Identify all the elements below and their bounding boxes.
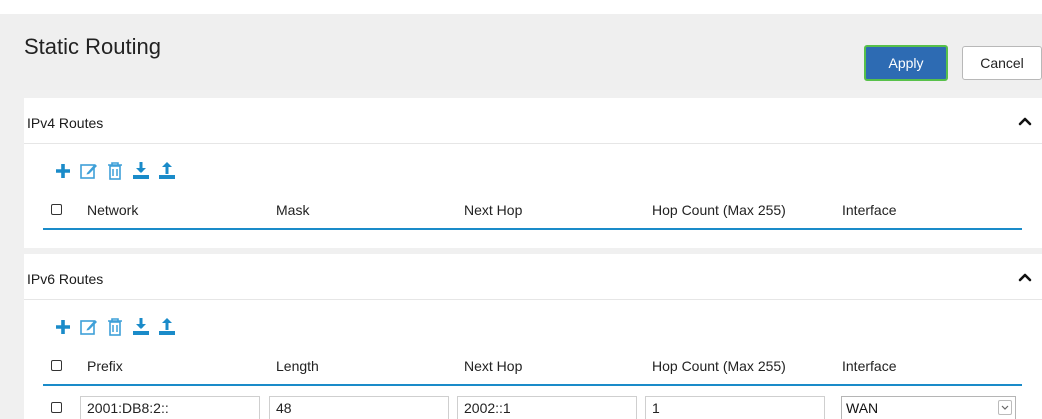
ipv4-table-rule bbox=[43, 228, 1022, 230]
upload-icon[interactable] bbox=[156, 316, 178, 338]
ipv6-panel-header[interactable]: IPv6 Routes bbox=[24, 254, 1042, 300]
ipv6-col-interface: Interface bbox=[842, 358, 897, 374]
hop-count-input[interactable]: 1 bbox=[645, 396, 825, 419]
page-title: Static Routing bbox=[24, 34, 161, 59]
ipv4-col-mask: Mask bbox=[276, 202, 310, 218]
ipv4-col-next-hop: Next Hop bbox=[464, 202, 523, 218]
chevron-down-icon[interactable] bbox=[998, 400, 1012, 415]
ipv6-toolbar bbox=[52, 316, 182, 338]
ipv4-toolbar bbox=[52, 160, 182, 182]
add-icon[interactable] bbox=[52, 160, 74, 182]
ipv4-select-all-checkbox[interactable] bbox=[51, 204, 62, 215]
edit-icon[interactable] bbox=[78, 160, 100, 182]
prefix-input[interactable]: 2001:DB8:2:: bbox=[80, 396, 260, 419]
ipv6-col-next-hop: Next Hop bbox=[464, 358, 523, 374]
ipv4-col-interface: Interface bbox=[842, 202, 897, 218]
interface-select[interactable]: WAN bbox=[841, 396, 1016, 419]
ipv6-select-all-checkbox[interactable] bbox=[51, 360, 62, 371]
ipv4-routes-panel: IPv4 Routes Network Mask Next Hop Hop Co… bbox=[24, 98, 1042, 248]
ipv6-panel-title: IPv6 Routes bbox=[27, 271, 104, 287]
chevron-up-icon[interactable] bbox=[1018, 270, 1032, 284]
ipv6-col-prefix: Prefix bbox=[87, 358, 123, 374]
cancel-button[interactable]: Cancel bbox=[962, 46, 1042, 80]
download-icon[interactable] bbox=[130, 316, 152, 338]
upload-icon[interactable] bbox=[156, 160, 178, 182]
ipv6-col-length: Length bbox=[276, 358, 319, 374]
ipv6-col-hop-count: Hop Count (Max 255) bbox=[652, 358, 786, 374]
edit-icon[interactable] bbox=[78, 316, 100, 338]
chevron-up-icon[interactable] bbox=[1018, 114, 1032, 128]
ipv4-panel-title: IPv4 Routes bbox=[27, 115, 104, 131]
delete-icon[interactable] bbox=[104, 160, 126, 182]
page-header: Static Routing Apply Cancel bbox=[0, 14, 1042, 90]
delete-icon[interactable] bbox=[104, 316, 126, 338]
ipv6-table-rule bbox=[43, 384, 1022, 386]
ipv4-panel-header[interactable]: IPv4 Routes bbox=[24, 98, 1042, 144]
ipv4-col-network: Network bbox=[87, 202, 139, 218]
length-input[interactable]: 48 bbox=[269, 396, 449, 419]
top-strip bbox=[0, 0, 1042, 14]
row-checkbox[interactable] bbox=[51, 402, 62, 413]
add-icon[interactable] bbox=[52, 316, 74, 338]
next-hop-input[interactable]: 2002::1 bbox=[457, 396, 637, 419]
download-icon[interactable] bbox=[130, 160, 152, 182]
apply-button[interactable]: Apply bbox=[864, 45, 948, 81]
interface-select-value: WAN bbox=[846, 400, 879, 416]
ipv4-col-hop-count: Hop Count (Max 255) bbox=[652, 202, 786, 218]
ipv6-routes-panel: IPv6 Routes Prefix Length Next Hop Hop C… bbox=[24, 254, 1042, 419]
